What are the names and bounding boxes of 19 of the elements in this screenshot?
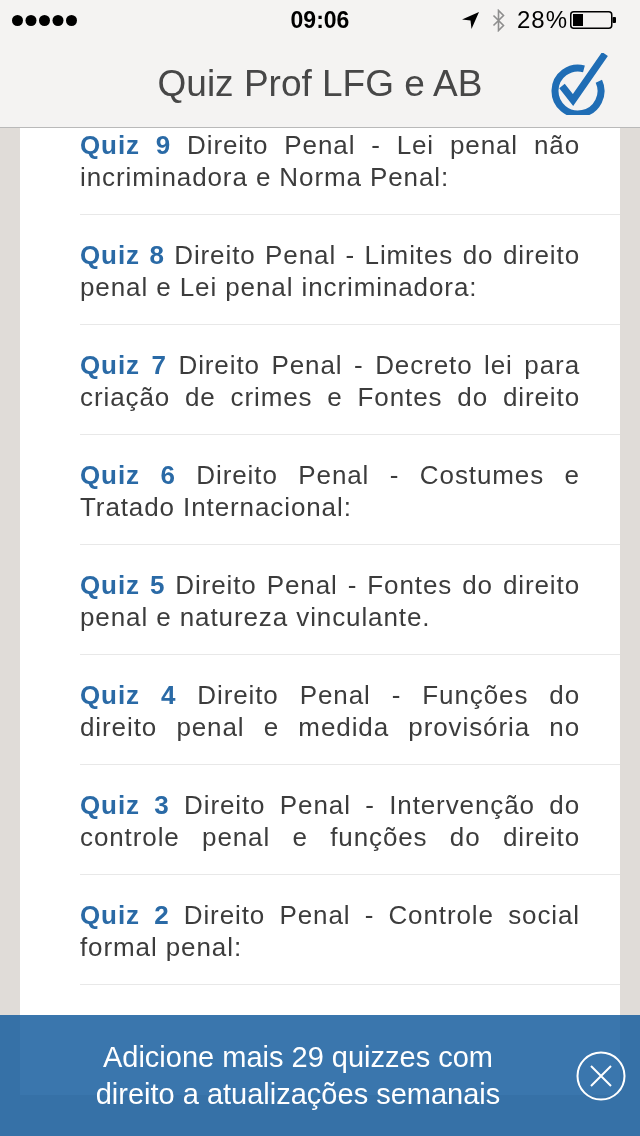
- quiz-item[interactable]: Quiz 4 Direito Penal - Funções do direito penal e medida provisória no: [80, 655, 620, 765]
- quiz-item[interactable]: Quiz 5 Direito Penal - Fontes do direito penal e natureza vinculante.: [80, 545, 620, 655]
- quiz-item[interactable]: Quiz 3 Direito Penal - Intervenção do controle penal e funções do direito: [80, 765, 620, 875]
- location-arrow-icon: [461, 11, 479, 29]
- quiz-item[interactable]: Quiz 6 Direito Penal - Costumes e Tratado Internacional:: [80, 435, 620, 545]
- quiz-item[interactable]: Quiz 7 Direito Penal - Decreto lei para criação de crimes e Fontes do direito: [80, 325, 620, 435]
- battery-percent: 28%: [516, 6, 568, 34]
- quiz-item[interactable]: Quiz 8 Direito Penal - Limites do direito penal e Lei penal incriminadora:: [80, 215, 620, 325]
- status-time: 09:06: [290, 6, 350, 34]
- signal-strength-icon: [12, 14, 77, 26]
- quiz-item[interactable]: Quiz 2 Direito Penal - Controle social formal penal:: [80, 875, 620, 985]
- promo-banner[interactable]: Adicione mais 29 quizzes com direito a atualizações semanais: [0, 1015, 640, 1136]
- close-button[interactable]: [576, 1050, 626, 1101]
- close-icon: [576, 1050, 626, 1101]
- quiz-item[interactable]: Quiz 9 Direito Penal - Lei penal não incriminadora e Norma Penal:: [80, 128, 620, 215]
- bluetooth-icon: [491, 8, 505, 32]
- battery-icon: [570, 11, 616, 29]
- promo-text: Adicione mais 29 quizzes com direito a atualizações semanais: [94, 1039, 502, 1112]
- app-title: Quiz Prof LFG e AB: [156, 62, 484, 105]
